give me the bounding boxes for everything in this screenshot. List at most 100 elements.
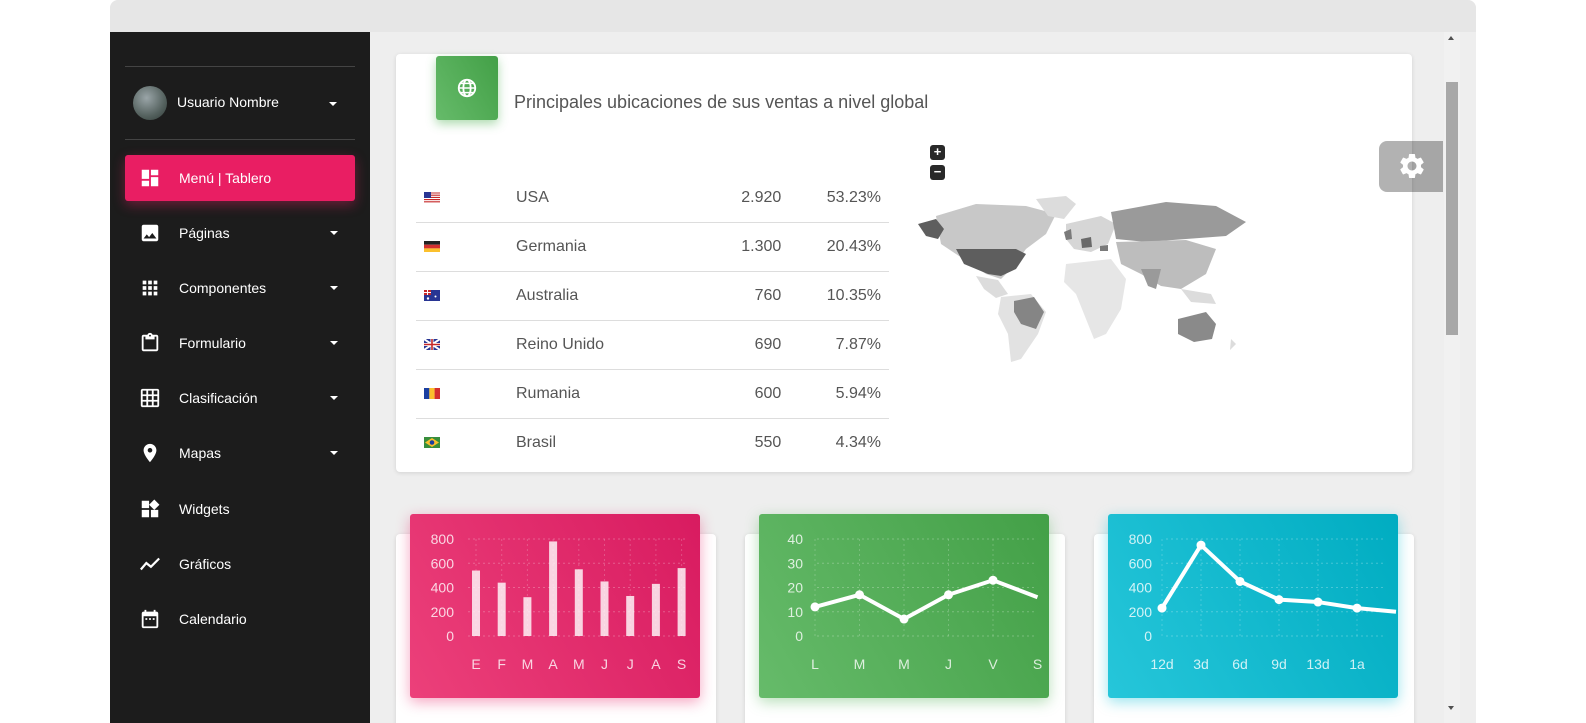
- line-chart: 0 10 20 30 40 L M M J V S: [787, 531, 1042, 672]
- line-chart-panel-green: 0 10 20 30 40 L M M J V S: [759, 514, 1049, 698]
- sidebar-item-label: Menú | Tablero: [179, 170, 272, 186]
- bar[interactable]: [677, 568, 686, 636]
- y-tick-label: 200: [1129, 604, 1153, 620]
- data-point[interactable]: [899, 614, 909, 624]
- sidebar-item-componentes[interactable]: Componentes: [125, 265, 355, 311]
- bar[interactable]: [651, 583, 660, 636]
- y-tick-label: 200: [431, 604, 455, 620]
- sidebar-item-label: Páginas: [179, 225, 230, 241]
- widgets-icon: [141, 499, 160, 518]
- y-tick-label: 30: [787, 555, 803, 571]
- table-row: Australia 760 10.35%: [416, 271, 889, 321]
- sidebar-item-clasificacion[interactable]: Clasificación: [125, 375, 355, 421]
- scroll-up-arrow-icon[interactable]: [1448, 36, 1454, 40]
- sidebar-item-calendario[interactable]: Calendario: [125, 596, 355, 642]
- x-tick-label: M: [522, 656, 534, 672]
- map-region-uk[interactable]: [1064, 229, 1072, 240]
- bar[interactable]: [600, 581, 609, 636]
- sales-value: 760: [712, 271, 782, 321]
- x-tick-label: 1a: [1349, 656, 1365, 672]
- y-tick-label: 800: [1129, 531, 1153, 547]
- data-point[interactable]: [1274, 595, 1284, 605]
- map-region-asia[interactable]: [1116, 240, 1216, 289]
- y-tick-label: 600: [431, 555, 455, 571]
- map-region-mexico[interactable]: [976, 276, 1008, 298]
- gb-flag-icon: [424, 339, 440, 351]
- scrollbar-thumb[interactable]: [1446, 82, 1458, 335]
- bar[interactable]: [497, 582, 506, 636]
- map-region-india[interactable]: [1141, 269, 1161, 289]
- series-line: [814, 578, 1039, 622]
- y-tick-label: 400: [1129, 580, 1153, 596]
- bar[interactable]: [574, 569, 583, 636]
- x-tick-label: M: [573, 656, 585, 672]
- bar[interactable]: [626, 595, 635, 636]
- y-tick-label: 0: [1144, 628, 1152, 644]
- vertical-scrollbar[interactable]: [1444, 32, 1460, 723]
- world-map[interactable]: [916, 194, 1256, 369]
- app-window: Usuario Nombre Menú | Tablero Páginas Co…: [110, 0, 1476, 723]
- chevron-down-icon: [330, 341, 338, 345]
- map-region-australia[interactable]: [1178, 312, 1216, 342]
- top-bar: [110, 0, 1476, 32]
- map-region-southeast-asia[interactable]: [1181, 289, 1216, 304]
- data-point[interactable]: [944, 590, 953, 600]
- sales-value: 550: [754, 434, 782, 451]
- sidebar-divider: [125, 139, 355, 140]
- sales-percent: 53.23%: [781, 174, 889, 223]
- data-point[interactable]: [810, 602, 820, 612]
- map-zoom-out-button[interactable]: −: [930, 165, 945, 180]
- dashboard-icon: [141, 169, 159, 187]
- x-tick-label: 9d: [1271, 656, 1287, 672]
- chevron-down-icon: [330, 286, 338, 290]
- data-point[interactable]: [1235, 576, 1245, 586]
- sidebar-item-widgets[interactable]: Widgets: [125, 486, 355, 532]
- x-tick-label: V: [988, 656, 998, 672]
- table-grid-icon: [140, 388, 160, 408]
- sidebar-item-label: Componentes: [179, 280, 267, 296]
- sidebar-item-graficos[interactable]: Gráficos: [125, 541, 355, 587]
- data-point[interactable]: [855, 590, 864, 600]
- x-tick-label: S: [677, 656, 686, 672]
- table-row: Rumania 600 5.94%: [416, 369, 889, 419]
- map-region-romania[interactable]: [1100, 245, 1108, 251]
- map-region-usa[interactable]: [956, 249, 1026, 276]
- data-point[interactable]: [1157, 603, 1167, 613]
- data-point[interactable]: [1313, 597, 1323, 607]
- x-tick-label: E: [471, 656, 480, 672]
- map-region-new-zealand[interactable]: [1230, 339, 1236, 350]
- sidebar: Usuario Nombre Menú | Tablero Páginas Co…: [110, 32, 370, 723]
- user-name: Usuario Nombre: [177, 94, 279, 110]
- map-region-africa[interactable]: [1064, 259, 1126, 339]
- data-point[interactable]: [1196, 540, 1206, 550]
- sidebar-item-mapas[interactable]: Mapas: [125, 430, 355, 476]
- sales-value: 600: [712, 369, 782, 419]
- scroll-down-arrow-icon[interactable]: [1448, 706, 1454, 710]
- chevron-down-icon: [330, 396, 338, 400]
- x-tick-label: L: [811, 656, 819, 672]
- sales-value: 1.300: [712, 222, 782, 272]
- bar[interactable]: [472, 570, 480, 636]
- bar[interactable]: [523, 597, 532, 636]
- bar[interactable]: [549, 541, 558, 636]
- data-point[interactable]: [1352, 603, 1362, 613]
- map-region-russia[interactable]: [1111, 202, 1246, 242]
- sidebar-item-tablero[interactable]: Menú | Tablero: [125, 155, 355, 201]
- globe-icon: [457, 78, 477, 98]
- sidebar-item-label: Widgets: [179, 501, 230, 517]
- table-row: USA 2.920 53.23%: [416, 174, 889, 223]
- x-tick-label: M: [854, 656, 866, 672]
- data-point[interactable]: [988, 575, 998, 585]
- y-tick-label: 10: [787, 604, 803, 620]
- map-zoom-in-button[interactable]: +: [930, 145, 945, 160]
- settings-button[interactable]: [1379, 141, 1443, 192]
- br-flag-icon: [424, 437, 440, 449]
- sidebar-item-formulario[interactable]: Formulario: [125, 320, 355, 366]
- line-chart: 0 200 400 600 800 12d 3d 6d 9d 13d 1a: [1129, 531, 1397, 672]
- sidebar-item-paginas[interactable]: Páginas: [125, 210, 355, 256]
- chevron-down-icon: [329, 102, 337, 106]
- place-pin-icon: [143, 443, 157, 463]
- user-menu[interactable]: Usuario Nombre: [125, 82, 355, 122]
- sales-value: 2.920: [712, 174, 782, 223]
- x-tick-label: J: [627, 656, 634, 672]
